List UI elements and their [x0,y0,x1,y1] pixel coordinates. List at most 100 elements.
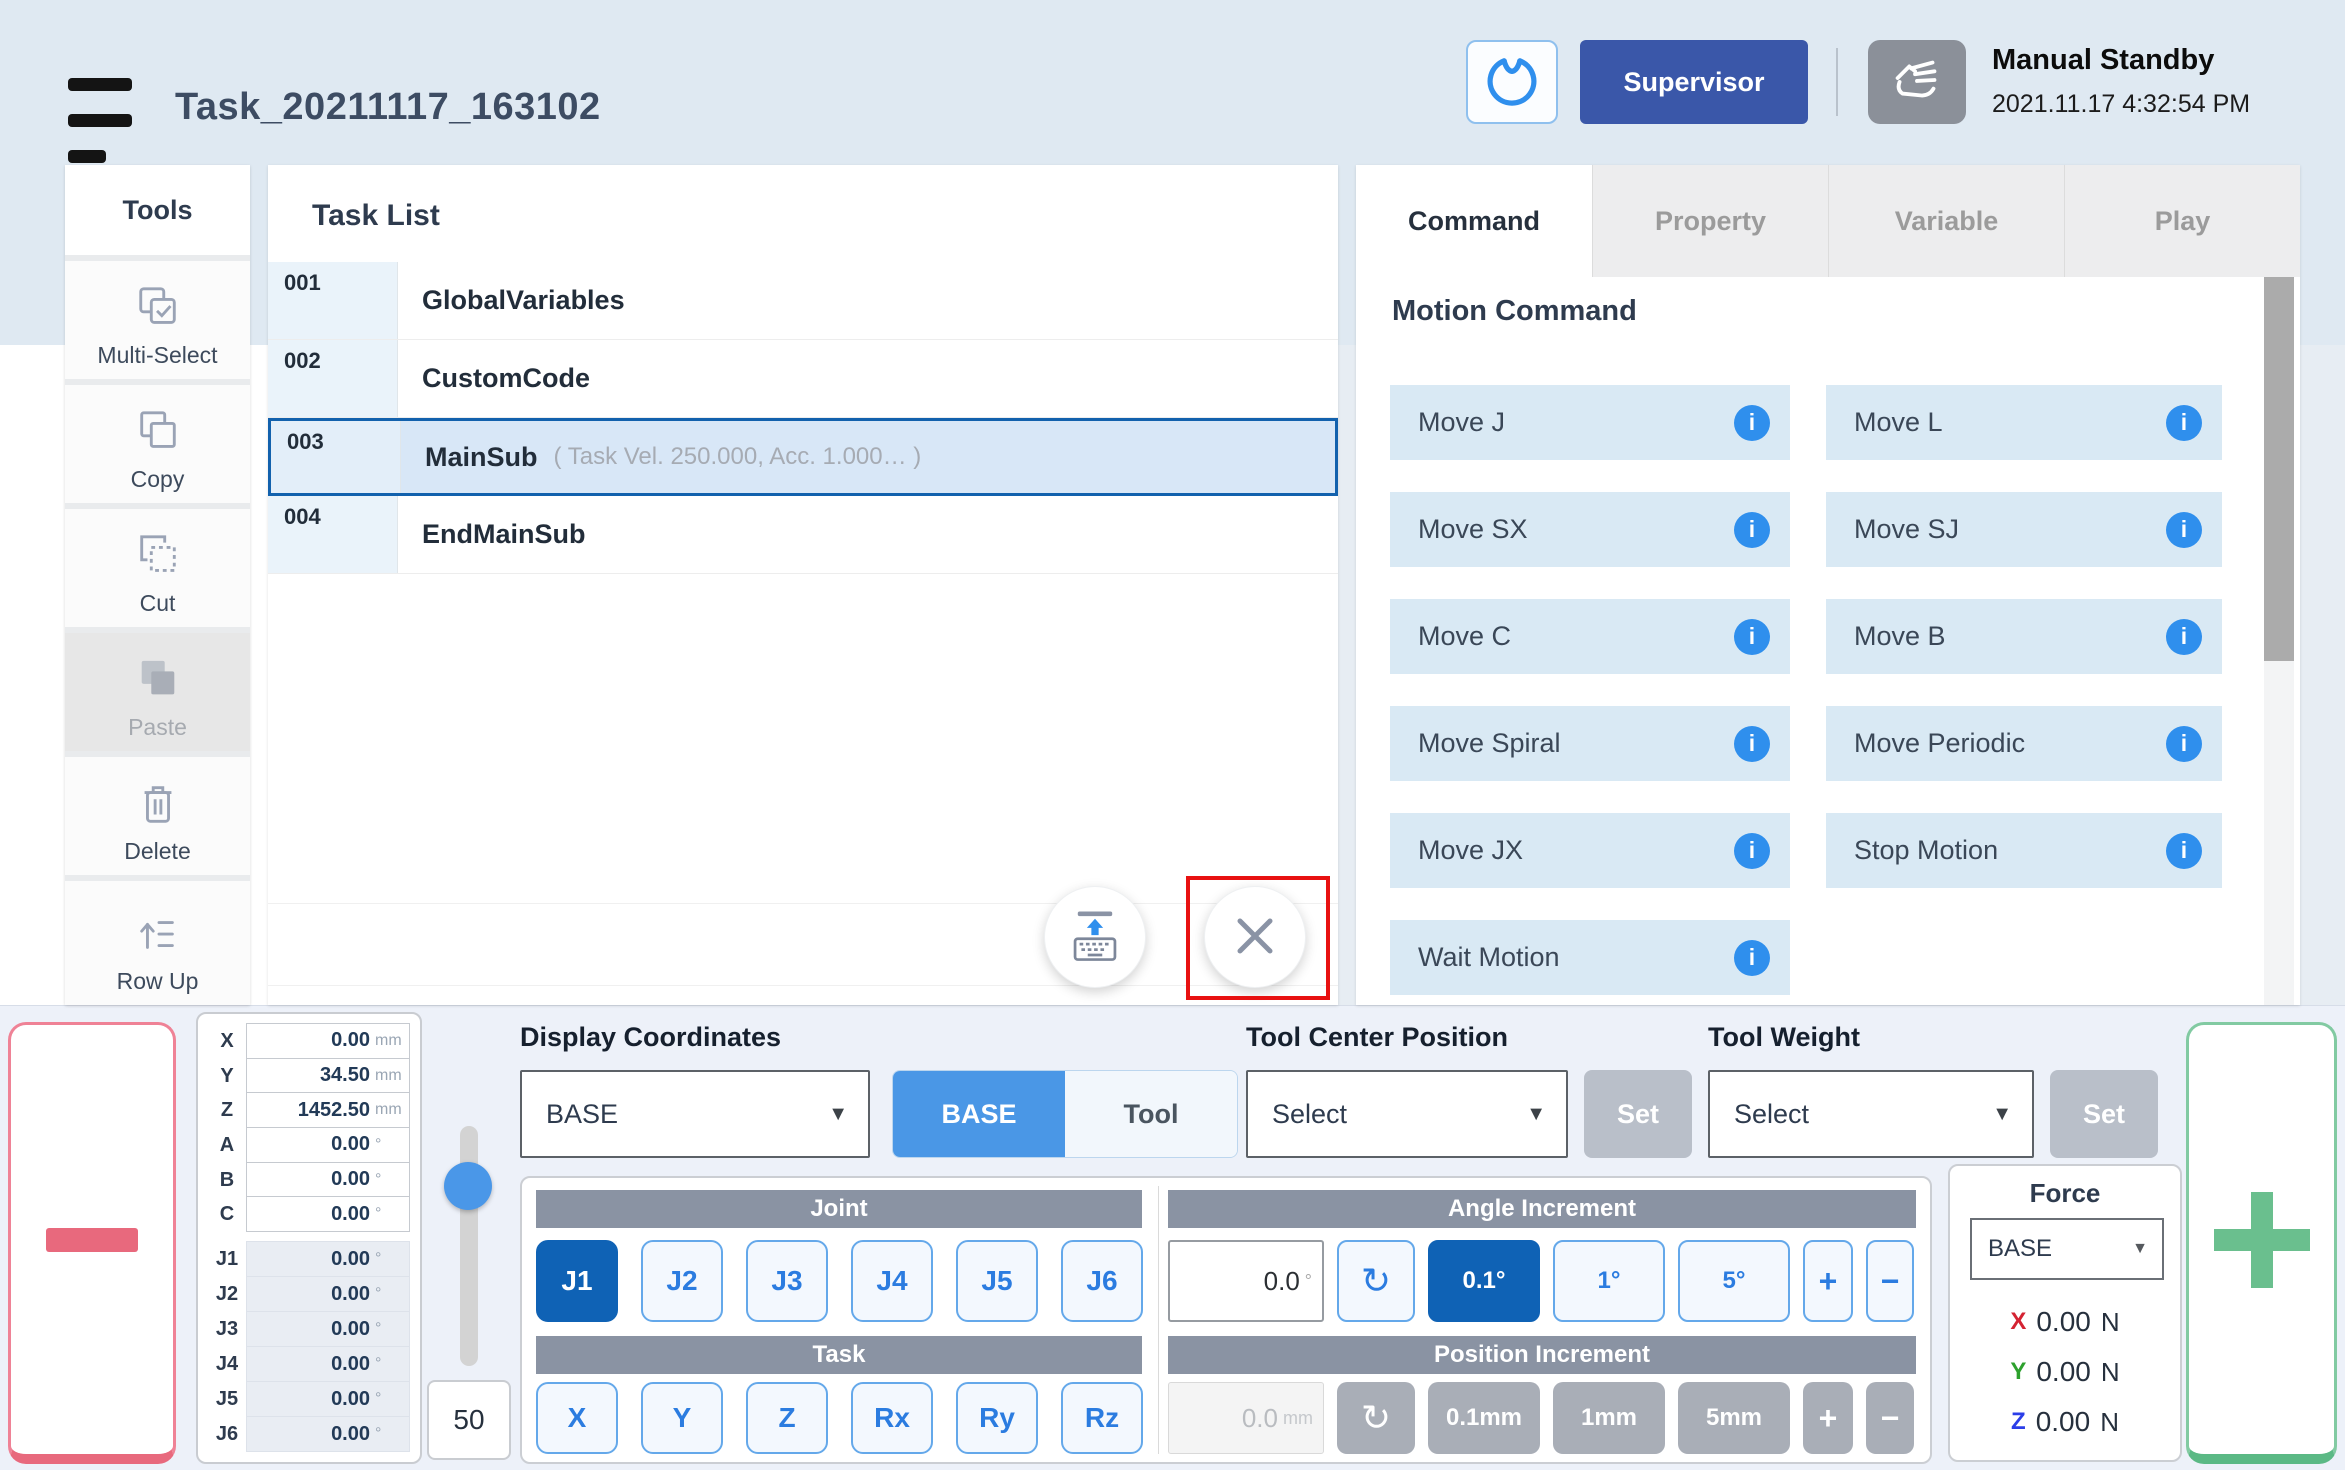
delete-icon [135,781,181,832]
angle-step-0-1[interactable]: 0.1° [1428,1240,1540,1322]
tool-weight-set-button[interactable]: Set [2050,1070,2158,1158]
info-icon[interactable]: i [2166,512,2202,548]
toggle-base[interactable]: BASE [893,1071,1065,1157]
motion-command-stop-motion[interactable]: Stop Motion i [1826,813,2222,888]
gripper-icon [1484,53,1540,112]
position-increment-header: Position Increment [1168,1336,1916,1374]
angle-step-5[interactable]: 5° [1678,1240,1790,1322]
axis-value-cell: 0.00° [246,1162,410,1198]
speed-value[interactable]: 50 [427,1380,511,1460]
tool-multi-select[interactable]: Multi-Select [65,261,250,379]
axis-unit: ° [375,1425,403,1443]
angle-plus-button[interactable]: + [1803,1240,1853,1322]
info-icon[interactable]: i [1734,726,1770,762]
jog-axis-ry[interactable]: Ry [956,1382,1038,1454]
position-plus-button: + [1803,1382,1853,1454]
jog-minus-button[interactable] [8,1022,176,1464]
select-value: Select [1734,1099,1992,1130]
motion-command-move-sx[interactable]: Move SX i [1390,492,1790,567]
jog-axis-j4[interactable]: J4 [851,1240,933,1322]
axis-label: J1 [208,1242,246,1277]
angle-step-1[interactable]: 1° [1553,1240,1665,1322]
info-icon[interactable]: i [1734,940,1770,976]
toggle-tool[interactable]: Tool [1065,1071,1237,1157]
gripper-button[interactable] [1466,40,1558,124]
scrollbar[interactable] [2264,277,2294,1005]
motion-command-wait-motion[interactable]: Wait Motion i [1390,920,1790,995]
row-name: MainSub [425,442,538,473]
jog-axis-y[interactable]: Y [641,1382,723,1454]
force-frame-select[interactable]: BASE ▼ [1970,1218,2164,1280]
info-icon[interactable]: i [1734,405,1770,441]
jog-axis-z[interactable]: Z [746,1382,828,1454]
pose-row: J1 0.00° [208,1242,410,1277]
jog-axis-x[interactable]: X [536,1382,618,1454]
jog-axis-rz[interactable]: Rz [1061,1382,1143,1454]
task-row[interactable]: 001 GlobalVariables [268,262,1338,340]
angle-minus-button[interactable]: − [1866,1240,1914,1322]
info-icon[interactable]: i [2166,619,2202,655]
tool-weight-select[interactable]: Select ▼ [1708,1070,2034,1158]
motion-command-move-l[interactable]: Move L i [1826,385,2222,460]
motion-command-move-j[interactable]: Move J i [1390,385,1790,460]
motion-command-move-periodic[interactable]: Move Periodic i [1826,706,2222,781]
joint-section-header: Joint [536,1190,1142,1228]
speed-slider-thumb[interactable] [444,1162,492,1210]
hand-guide-badge[interactable] [1868,40,1966,124]
motion-command-move-jx[interactable]: Move JX i [1390,813,1790,888]
motion-command-move-c[interactable]: Move C i [1390,599,1790,674]
menu-button[interactable] [68,78,134,164]
angle-reset-button[interactable]: ↻ [1337,1240,1415,1322]
select-value: BASE [1988,1235,2132,1263]
info-icon[interactable]: i [1734,619,1770,655]
tab-property[interactable]: Property [1592,165,1828,277]
motion-command-move-spiral[interactable]: Move Spiral i [1390,706,1790,781]
tool-copy[interactable]: Copy [65,385,250,503]
tab-command[interactable]: Command [1356,165,1592,277]
tools-title: Tools [65,165,250,255]
jog-plus-button[interactable] [2186,1022,2337,1464]
task-row-selected[interactable]: 003 MainSub ( Task Vel. 250.000, Acc. 1.… [268,418,1338,496]
tool-center-position-select[interactable]: Select ▼ [1246,1070,1568,1158]
tool-label: Paste [128,714,187,741]
jog-axis-rx[interactable]: Rx [851,1382,933,1454]
tool-row-up[interactable]: Row Up [65,881,250,1005]
force-row-x: X 0.00 N [1950,1306,2180,1338]
info-icon[interactable]: i [2166,726,2202,762]
motion-command-move-b[interactable]: Move B i [1826,599,2222,674]
tab-variable[interactable]: Variable [1828,165,2064,277]
info-icon[interactable]: i [1734,833,1770,869]
task-row[interactable]: 002 CustomCode [268,340,1338,418]
axis-unit: ° [375,1250,403,1268]
info-icon[interactable]: i [2166,833,2202,869]
display-coordinates-select[interactable]: BASE ▼ [520,1070,870,1158]
angle-increment-input[interactable]: 0.0 ° [1168,1240,1324,1322]
info-icon[interactable]: i [2166,405,2202,441]
jog-axis-j6[interactable]: J6 [1061,1240,1143,1322]
keyboard-up-icon [1066,907,1124,968]
axis-value-cell: 0.00° [246,1276,410,1312]
force-title: Force [1950,1178,2180,1209]
tool-center-position-set-button[interactable]: Set [1584,1070,1692,1158]
jog-axis-j3[interactable]: J3 [746,1240,828,1322]
tool-label: Cut [140,590,176,617]
task-row[interactable]: 004 EndMainSub [268,496,1338,574]
hand-guide-icon [1886,49,1948,116]
increment-value: 0.0 [1264,1266,1300,1297]
increment-value: 0.0 [1242,1403,1278,1434]
info-icon[interactable]: i [1734,512,1770,548]
axis-label: J6 [208,1417,246,1452]
supervisor-button[interactable]: Supervisor [1580,40,1808,124]
jog-axis-j5[interactable]: J5 [956,1240,1038,1322]
virtual-keyboard-button[interactable] [1044,886,1146,988]
scrollbar-thumb[interactable] [2264,277,2294,661]
hamburger-icon [68,114,132,127]
tool-label: Row Up [117,968,199,995]
tool-delete[interactable]: Delete [65,757,250,875]
jog-axis-j1[interactable]: J1 [536,1240,618,1322]
tool-cut[interactable]: Cut [65,509,250,627]
jog-axis-j2[interactable]: J2 [641,1240,723,1322]
position-step-0-1mm: 0.1mm [1428,1382,1540,1454]
motion-command-move-sj[interactable]: Move SJ i [1826,492,2222,567]
tab-play[interactable]: Play [2064,165,2300,277]
